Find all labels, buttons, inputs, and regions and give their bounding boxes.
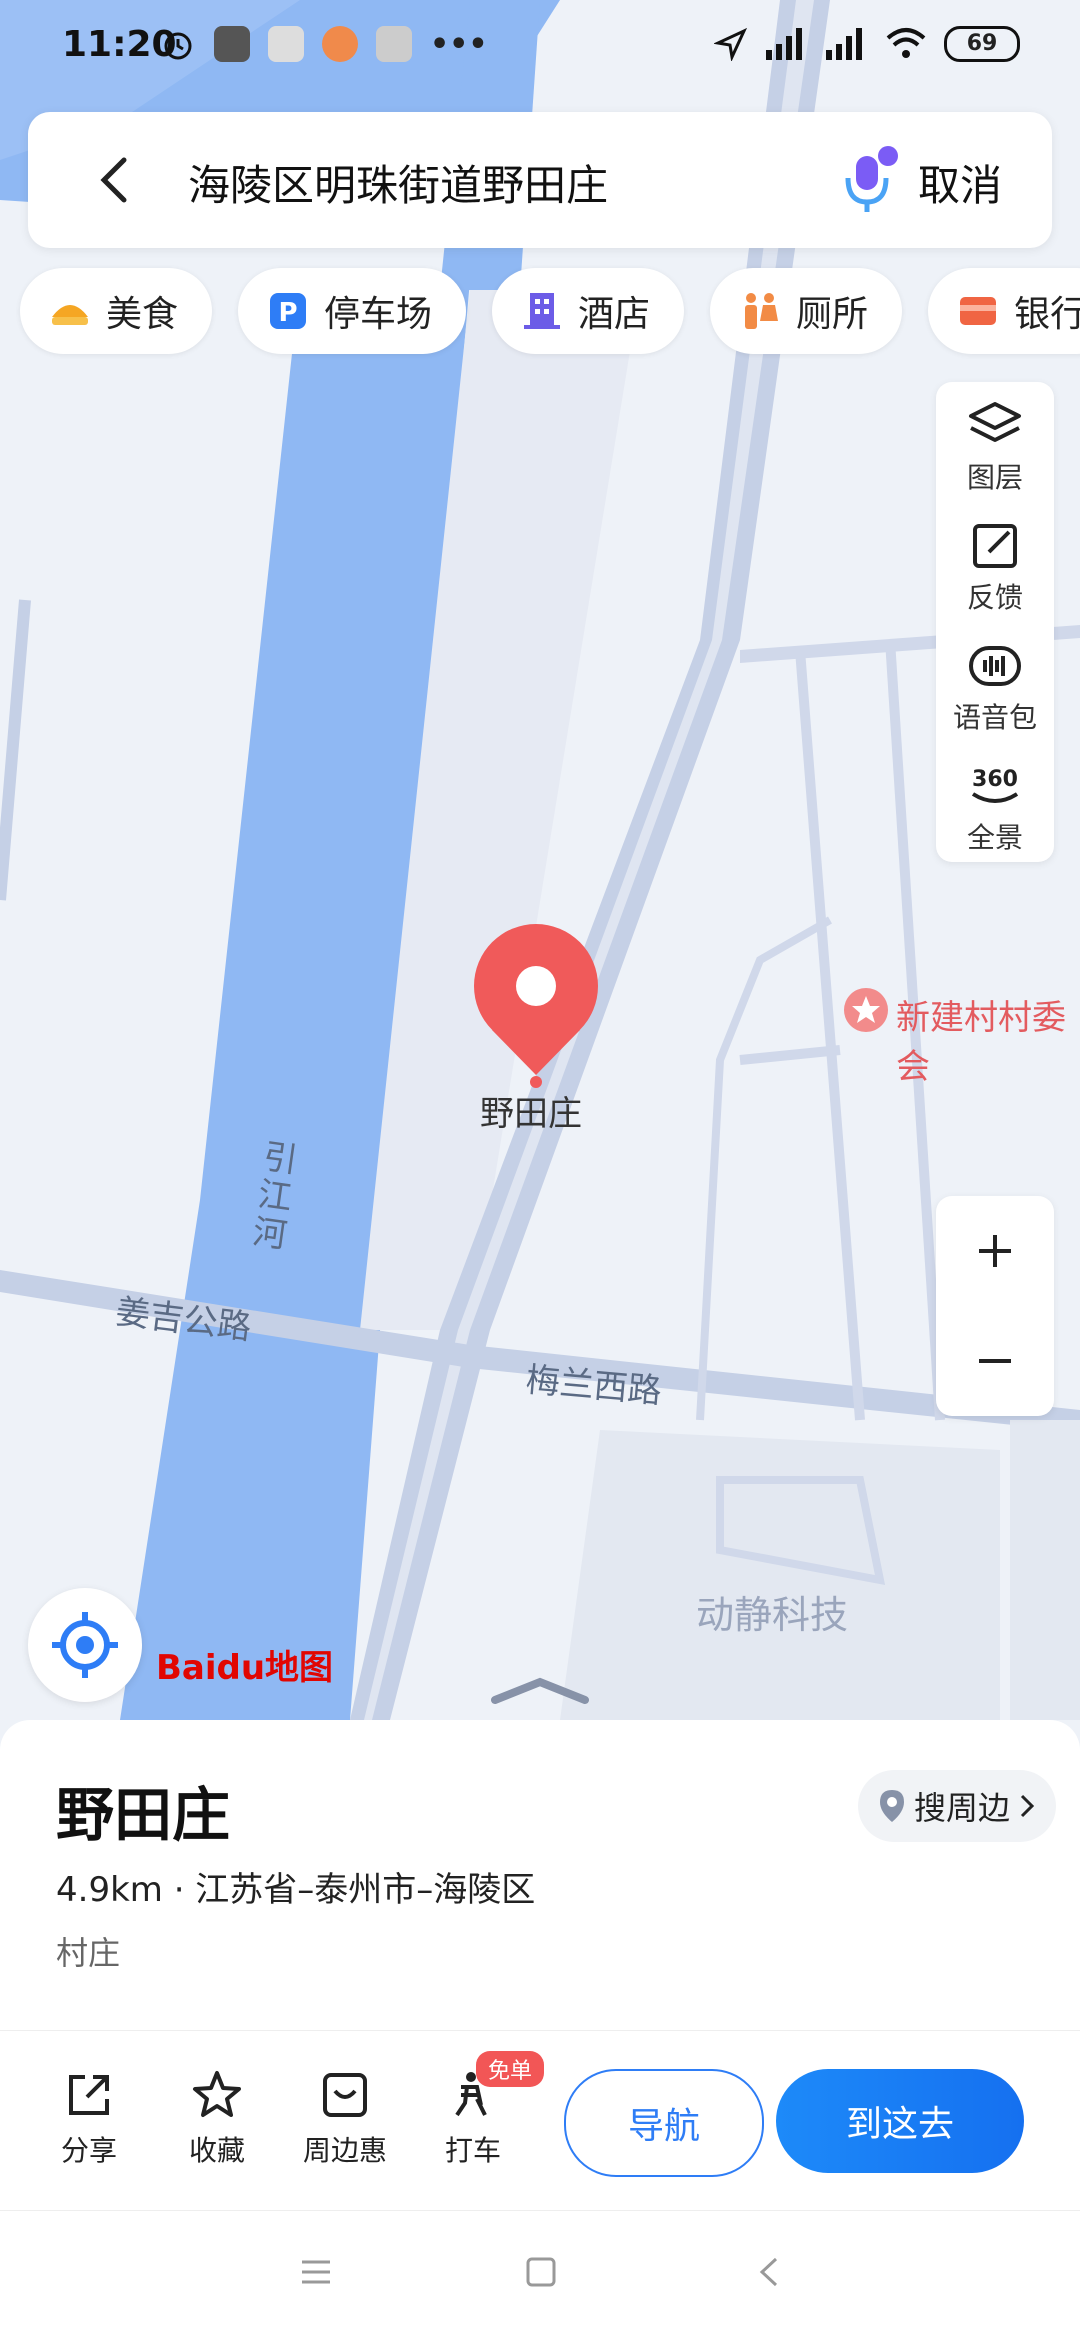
chip-toilet[interactable]: 厕所 <box>710 268 903 354</box>
action-bar: 分享 收藏 周边惠 打车 免单 导航 到这去 <box>0 2030 1080 2211</box>
battery-indicator: 69 <box>944 26 1020 62</box>
wifi-icon <box>886 28 926 58</box>
signal-icon <box>766 28 802 60</box>
layers-label: 图层 <box>966 461 1023 494</box>
place-address: 4.9km · 江苏省–泰州市–海陵区 <box>56 1870 536 1910</box>
taxi-label: 打车 <box>444 2134 501 2167</box>
minus-icon <box>979 1359 1011 1363</box>
voice-pack-icon <box>969 646 1021 686</box>
svg-text:P: P <box>278 298 297 328</box>
search-query[interactable]: 海陵区明珠街道野田庄 <box>188 152 608 213</box>
zoom-controls <box>936 1196 1054 1416</box>
zoom-out-button[interactable] <box>936 1306 1054 1416</box>
panorama-icon: 360 <box>971 767 1019 803</box>
chip-label: 银行 <box>1014 294 1080 335</box>
app-notification-icon <box>268 26 304 62</box>
star-icon <box>193 2071 241 2117</box>
poi-label[interactable]: 新建村村委会 <box>896 990 1080 1088</box>
signal-icon <box>826 28 862 60</box>
deals-icon <box>323 2073 367 2117</box>
favorite-button[interactable]: 收藏 <box>162 2069 272 2169</box>
app-notification-icon <box>214 26 250 62</box>
hotel-icon <box>524 293 561 329</box>
search-nearby-button[interactable]: 搜周边 <box>858 1770 1057 1842</box>
go-here-button[interactable]: 到这去 <box>776 2069 1024 2173</box>
chip-parking[interactable]: P 停车场 <box>238 268 467 354</box>
chip-food[interactable]: 美食 <box>20 268 213 354</box>
layers-button[interactable]: 图层 <box>936 400 1054 496</box>
back-icon[interactable] <box>86 150 146 210</box>
feedback-button[interactable]: 反馈 <box>936 520 1054 616</box>
poi-star-icon <box>844 988 888 1032</box>
marker-label[interactable]: 野田庄 <box>480 1086 582 1135</box>
company-label: 动静科技 <box>696 1593 849 1637</box>
nearby-deals-button[interactable]: 周边惠 <box>290 2069 400 2169</box>
panorama-label: 全景 <box>966 821 1023 854</box>
voice-pack-button[interactable]: 语音包 <box>936 640 1054 736</box>
app-notification-icon <box>376 26 412 62</box>
chip-bank[interactable]: 银行 <box>928 268 1080 354</box>
microphone-icon[interactable] <box>828 142 908 222</box>
locate-button[interactable] <box>28 1588 142 1702</box>
food-icon <box>52 305 88 325</box>
notification-icons: ••• <box>160 26 488 62</box>
edit-icon <box>973 524 1017 568</box>
nearby-deals-label: 周边惠 <box>302 2134 387 2167</box>
location-pin-icon <box>880 1790 904 1822</box>
zoom-in-button[interactable] <box>936 1196 1054 1306</box>
layers-icon <box>969 402 1021 442</box>
chip-hotel[interactable]: 酒店 <box>492 268 685 354</box>
place-info-sheet: 野田庄 搜周边 4.9km · 江苏省–泰州市–海陵区 村庄 <box>0 1720 1080 2035</box>
map-canvas[interactable] <box>0 0 1080 1720</box>
cancel-button[interactable]: 取消 <box>918 152 1002 213</box>
baidu-logo-text: Baidu地图 <box>156 1648 334 1688</box>
parking-icon: P <box>270 293 307 329</box>
share-icon <box>69 2075 109 2115</box>
svg-text:360: 360 <box>972 767 1018 792</box>
plus-icon <box>979 1235 1011 1267</box>
home-icon[interactable] <box>524 2255 558 2289</box>
share-label: 分享 <box>60 2134 117 2167</box>
search-nearby-label: 搜周边 <box>914 1789 1011 1827</box>
alarm-icon <box>164 32 192 60</box>
voice-pack-label: 语音包 <box>952 701 1037 734</box>
status-bar: 11:20 ••• 69 <box>0 0 1080 100</box>
chip-label: 停车场 <box>324 294 433 335</box>
more-icon: ••• <box>430 26 488 62</box>
back-nav-icon[interactable] <box>754 2255 784 2289</box>
baidu-map-logo: Baidu地图 <box>156 1640 333 1689</box>
chevron-right-icon <box>1020 1794 1035 1818</box>
favorite-label: 收藏 <box>188 2134 245 2167</box>
locate-icon <box>52 1612 118 1678</box>
location-arrow-icon <box>714 27 748 61</box>
chip-label: 酒店 <box>578 294 651 335</box>
place-title: 野田庄 <box>56 1781 231 1849</box>
bank-icon <box>960 297 997 325</box>
map-tools-panel: 图层 反馈 语音包 360 全景 <box>936 382 1054 862</box>
chip-label: 美食 <box>106 294 179 335</box>
navigate-button[interactable]: 导航 <box>564 2069 764 2177</box>
place-type: 村庄 <box>56 1934 121 1972</box>
free-ride-badge: 免单 <box>476 2051 545 2087</box>
toilet-icon <box>745 293 779 329</box>
menu-icon[interactable] <box>298 2257 334 2287</box>
category-chips: 美食 P 停车场 酒店 厕所 银行 <box>20 268 1080 354</box>
share-button[interactable]: 分享 <box>34 2069 144 2169</box>
status-right: 69 <box>714 26 1020 62</box>
app-notification-icon <box>322 26 358 62</box>
feedback-label: 反馈 <box>966 581 1023 614</box>
system-navigation-bar <box>0 2210 1080 2341</box>
search-bar[interactable]: 海陵区明珠街道野田庄 取消 <box>28 112 1052 248</box>
chip-label: 厕所 <box>796 294 869 335</box>
panorama-button[interactable]: 360 全景 <box>936 760 1054 856</box>
